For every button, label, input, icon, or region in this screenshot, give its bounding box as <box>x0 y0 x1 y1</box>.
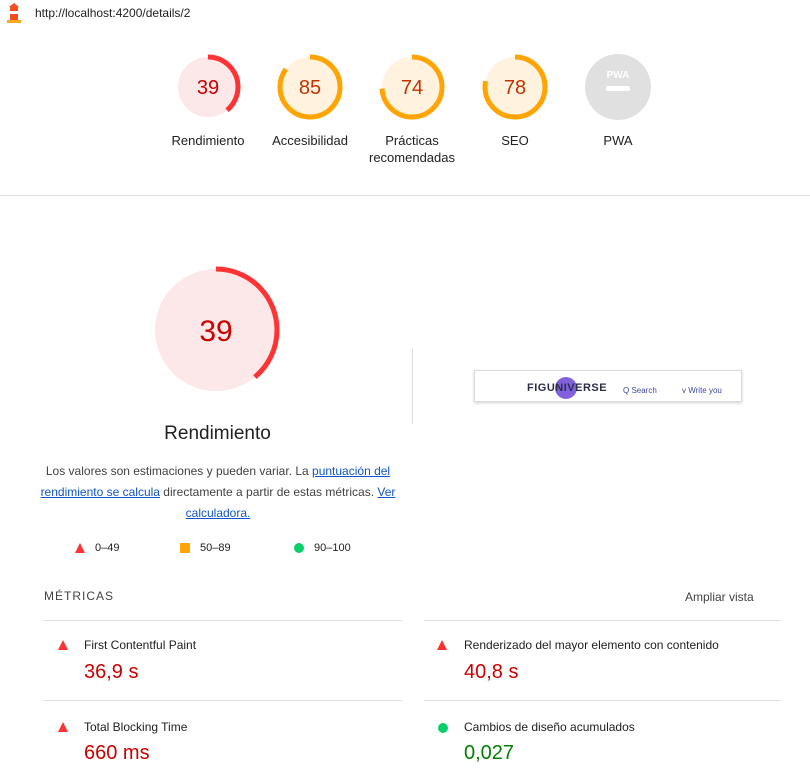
legend-fail: 0–49 <box>75 542 119 554</box>
average-square-icon <box>180 543 190 554</box>
fail-triangle-icon <box>58 640 68 650</box>
gauge-rendimiento[interactable]: 39 Rendimiento <box>158 52 258 149</box>
gauge-seo[interactable]: 78 SEO <box>465 52 565 149</box>
metric-fcp-label: First Contentful Paint <box>84 638 197 652</box>
performance-desc-text-2: directamente a partir de estas métricas. <box>159 485 378 499</box>
legend-pass-range: 90–100 <box>314 542 351 554</box>
page-url[interactable]: http://localhost:4200/details/2 <box>35 6 190 20</box>
thumbnail-search: Q Search <box>623 386 657 395</box>
gauge-accesibilidad-label: Accesibilidad <box>272 133 348 148</box>
legend-fail-range: 0–49 <box>95 542 120 554</box>
vertical-divider <box>412 348 413 424</box>
fail-triangle-icon <box>437 640 447 650</box>
metrics-section-title: MÉTRICAS <box>44 589 115 603</box>
performance-description: Los valores son estimaciones y pueden va… <box>36 461 400 524</box>
gauge-accesibilidad-ring: 85 <box>277 54 343 120</box>
legend-average: 50–89 <box>180 542 231 554</box>
gauge-accesibilidad-score: 85 <box>299 77 321 99</box>
metric-fcp-value: 36,9 s <box>84 661 139 683</box>
metric-lcp-value: 40,8 s <box>464 661 519 683</box>
gauge-practicas[interactable]: 74 Prácticas recomendadas <box>362 52 462 166</box>
metric-divider <box>424 620 781 621</box>
category-gauges: 39 Rendimiento 85 Accesibilidad 74 Práct… <box>0 40 810 190</box>
performance-desc-text-1: Los valores son estimaciones y pueden va… <box>45 464 313 478</box>
lighthouse-logo-icon <box>7 3 21 23</box>
pass-circle-icon <box>438 723 448 733</box>
metric-tbt-label: Total Blocking Time <box>84 720 188 734</box>
metric-tbt-value: 660 ms <box>84 742 150 764</box>
metric-cls-label: Cambios de diseño acumulados <box>464 720 635 734</box>
thumbnail-write: v Write you <box>682 386 722 395</box>
gauge-practicas-label: Prácticas recomendadas <box>369 133 455 165</box>
gauge-accesibilidad[interactable]: 85 Accesibilidad <box>260 52 360 149</box>
performance-score: 39 <box>199 315 232 348</box>
gauge-pwa-label: PWA <box>603 133 633 148</box>
legend-average-range: 50–89 <box>200 542 231 554</box>
fail-triangle-icon <box>75 543 85 554</box>
pwa-badge-icon: PWA <box>585 54 651 120</box>
gauge-pwa[interactable]: PWA PWA <box>568 52 668 149</box>
pass-circle-icon <box>294 543 304 554</box>
gauge-rendimiento-label: Rendimiento <box>171 133 245 148</box>
gauge-rendimiento-score: 39 <box>197 77 219 99</box>
metric-cls-value: 0,027 <box>464 742 515 764</box>
thumbnail-brand: FIGUNIVERSE <box>527 382 608 394</box>
metric-lcp-label: Renderizado del mayor elemento con conte… <box>464 638 719 652</box>
gauge-practicas-ring: 74 <box>379 54 445 120</box>
legend-pass: 90–100 <box>294 542 351 554</box>
pwa-badge-text: PWA <box>607 70 630 81</box>
fail-triangle-icon <box>58 722 68 732</box>
final-screenshot-thumbnail[interactable]: FIGUNIVERSE Q Search v Write you <box>474 370 742 402</box>
metric-divider <box>44 620 402 621</box>
browser-address-bar: http://localhost:4200/details/2 <box>0 0 810 32</box>
gauge-seo-ring: 78 <box>482 54 548 120</box>
performance-title: Rendimiento <box>164 423 271 444</box>
gauge-seo-score: 78 <box>504 77 526 99</box>
expand-view-toggle[interactable]: Ampliar vista <box>685 590 754 604</box>
performance-gauge: 39 <box>152 266 280 394</box>
metric-divider <box>424 700 781 701</box>
gauge-practicas-score: 74 <box>401 77 423 99</box>
gauge-rendimiento-ring: 39 <box>175 54 241 120</box>
metric-divider <box>44 700 402 701</box>
header-divider <box>0 195 810 196</box>
gauge-seo-label: SEO <box>501 133 529 148</box>
